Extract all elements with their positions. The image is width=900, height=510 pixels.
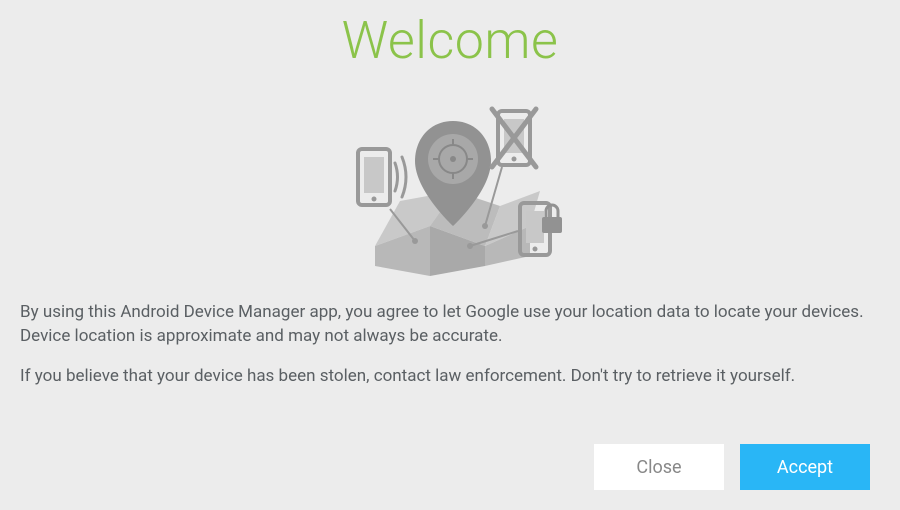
close-button[interactable]: Close <box>594 444 724 490</box>
phone-erase-icon <box>492 109 536 167</box>
disclaimer-paragraph-1: By using this Android Device Manager app… <box>20 301 880 349</box>
dialog-buttons: Close Accept <box>594 444 870 490</box>
disclaimer-paragraph-2: If you believe that your device has been… <box>20 365 880 389</box>
phone-ring-icon <box>358 149 406 205</box>
device-map-illustration <box>0 91 900 281</box>
accept-button[interactable]: Accept <box>740 444 870 490</box>
disclaimer-text: By using this Android Device Manager app… <box>0 301 900 388</box>
illustration-svg <box>320 91 580 281</box>
page-title: Welcome <box>0 10 900 71</box>
